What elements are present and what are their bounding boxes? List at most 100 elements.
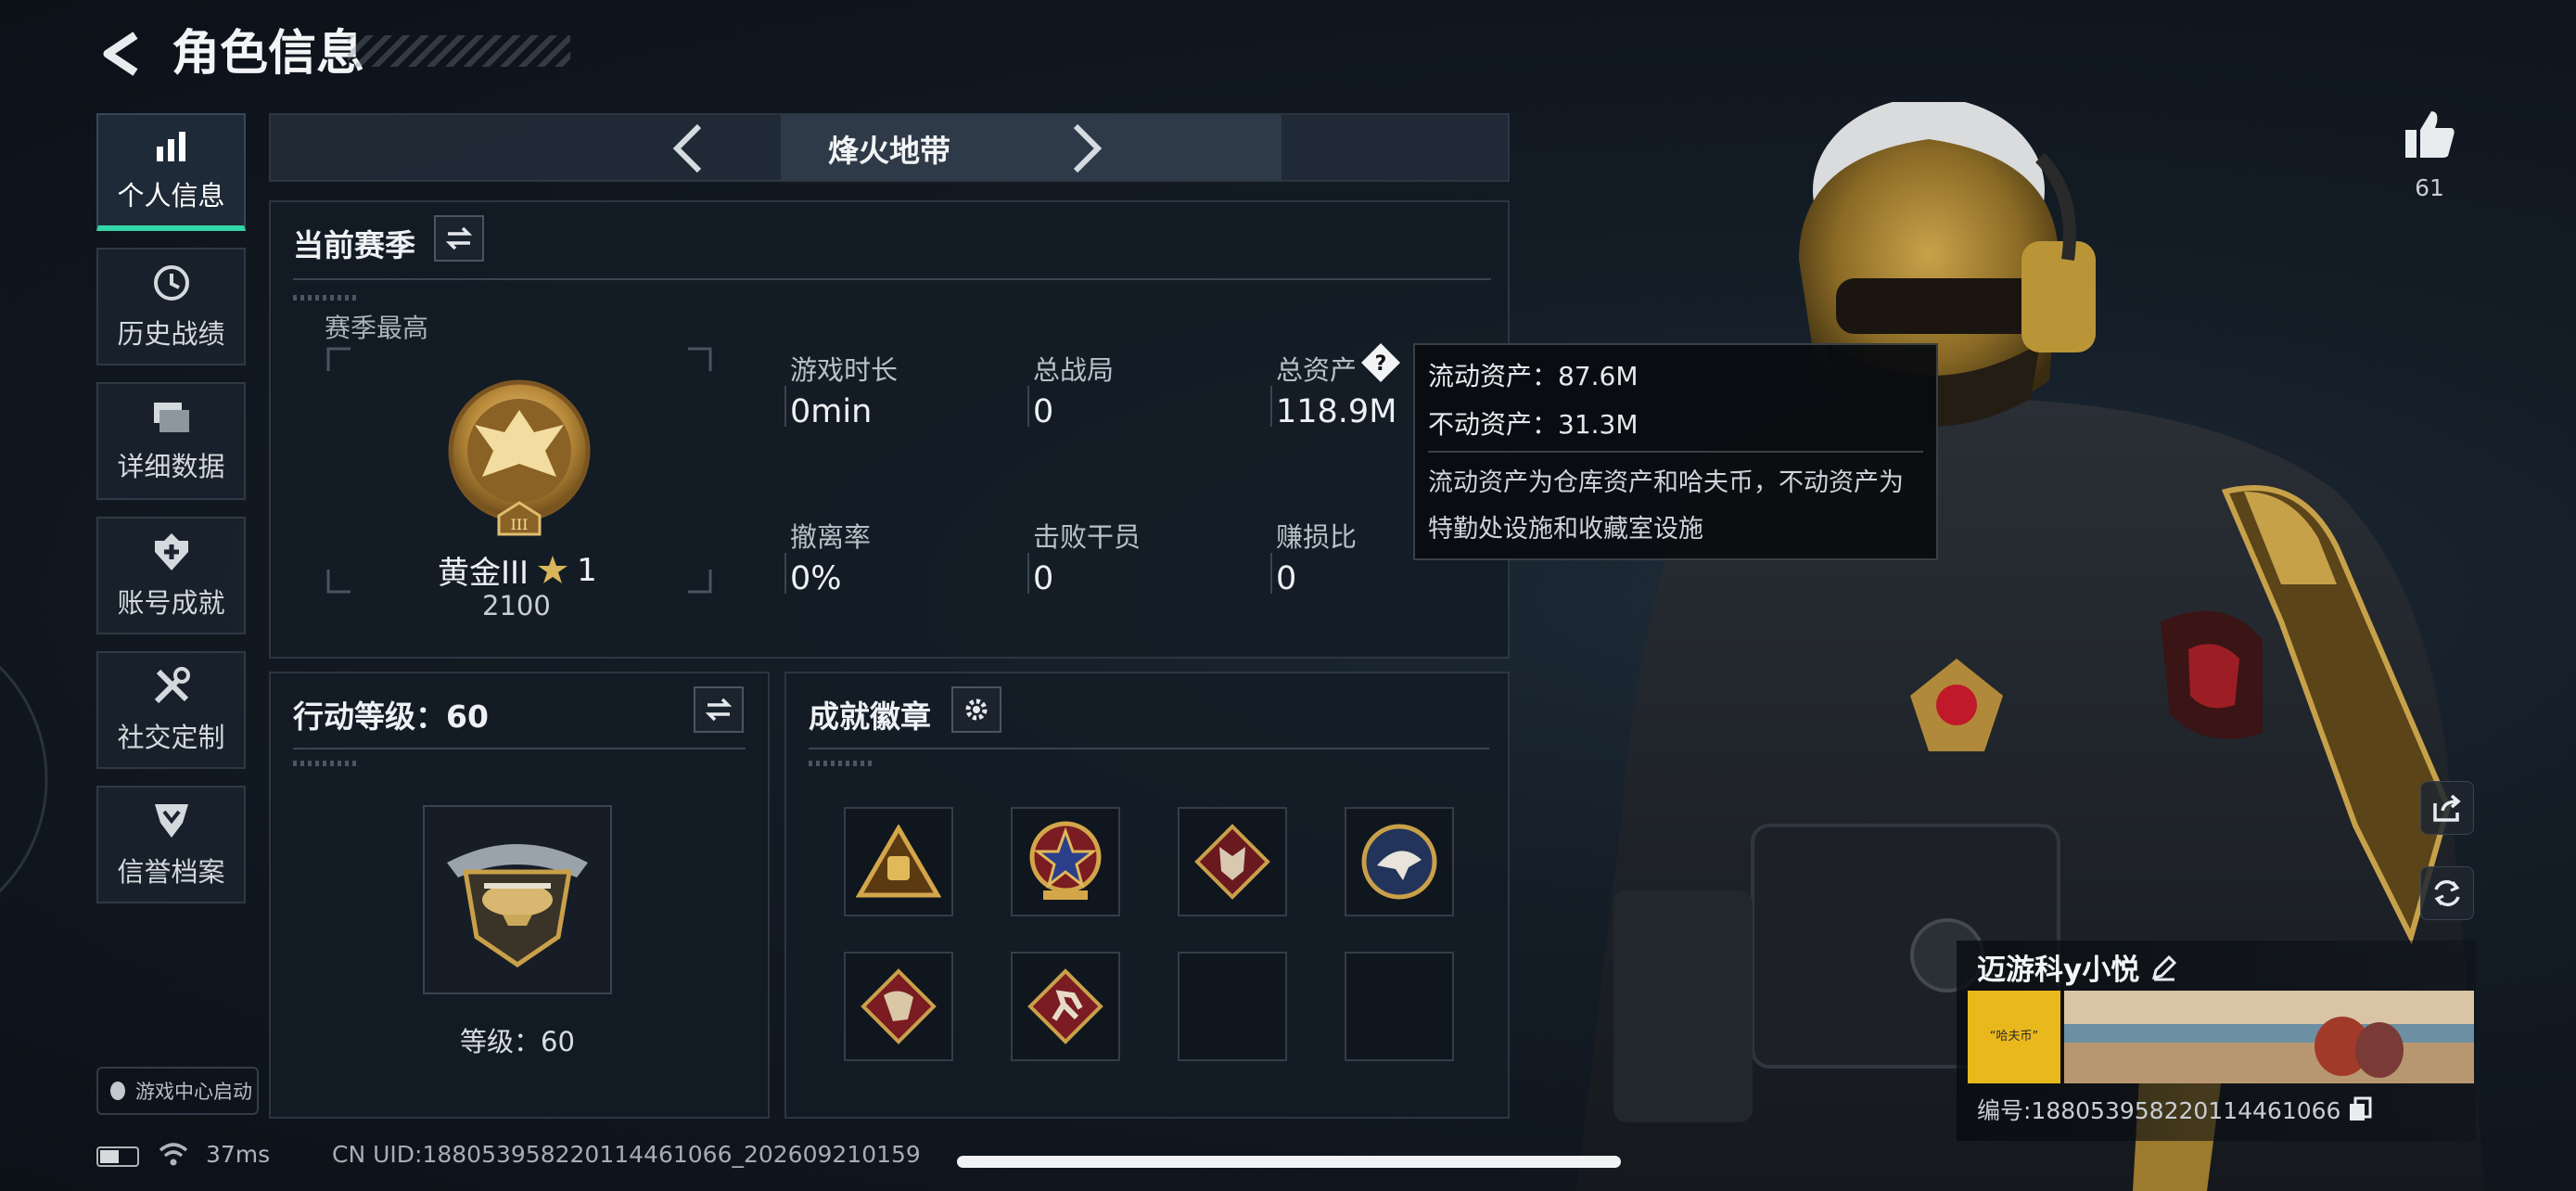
stat-label: 赚损比 [1276,521,1358,553]
badge-slot[interactable] [844,952,953,1061]
helicopter-level-emblem-icon [447,844,588,968]
qq-penguin-icon [110,1082,125,1100]
empty-badge-slot[interactable] [1345,952,1454,1061]
stat-label: 撤离率 [790,521,872,553]
star-icon [538,555,568,583]
player-name: 迈游科y小悦 [1977,946,2178,988]
divider [809,748,1489,749]
wolf-badge-icon [1194,824,1270,900]
sidebar-item-credit[interactable]: 信誉档案 [96,786,246,903]
stat-value: 0 [1033,560,1054,597]
gold-rank-emblem-icon: III [448,379,591,536]
back-button[interactable] [93,24,148,83]
empty-badge-slot[interactable] [1178,952,1287,1061]
badge-slot[interactable] [1178,807,1287,916]
rank-stars: 1 [577,551,597,589]
mode-name: 烽火地带 [828,133,950,169]
runner-badge-icon [1027,968,1103,1044]
tools-icon [154,666,190,703]
level-label: 等级：60 [460,1026,575,1057]
player-name-text: 迈游科y小悦 [1977,954,2140,987]
bar-chart-icon [156,131,185,161]
stat-label: 游戏时长 [790,354,899,386]
divider [293,748,746,749]
divider [1270,386,1272,427]
tooltip-fixed: 不动资产：31.3M [1428,409,1639,440]
badge-slot[interactable] [1345,807,1454,916]
asset-tooltip: 流动资产：87.6M 不动资产：31.3M 流动资产为仓库资产和哈夫币，不动资产… [1413,343,1938,560]
refresh-button[interactable] [2420,866,2474,920]
sidebar-item-detailed-data[interactable]: 详细数据 [96,382,246,500]
action-level-title: 行动等级：60 [293,698,489,735]
tooltip-liquid: 流动资产：87.6M [1428,361,1639,391]
sidebar-item-achievements[interactable]: 账号成就 [96,517,246,634]
stat-value: 0% [790,560,842,597]
medal-plus-icon [154,532,188,570]
mode-prev-button[interactable] [670,122,707,178]
swap-arrows-icon [705,698,733,722]
svg-text:?: ? [1375,352,1387,376]
svg-text:III: III [511,516,529,533]
sidebar-item-label: 历史战绩 [117,317,225,350]
season-title: 当前赛季 [293,227,415,263]
stat-value: 0 [1276,560,1297,597]
divider [1428,451,1923,453]
thumbs-up-icon [2405,111,2455,158]
badges-title: 成就徽章 [809,698,931,735]
action-level-switch-button[interactable] [694,686,744,733]
badges-settings-button[interactable] [951,686,1001,733]
player-uid: 编号:1880539582201144610​66 [1977,1093,2372,1126]
divider [1027,553,1029,594]
title-decoration [348,35,570,67]
game-center-launch-button[interactable]: 游戏中心启动 [96,1067,259,1115]
sidebar-item-history[interactable]: 历史战绩 [96,248,246,365]
share-icon [2433,794,2461,822]
back-arrow-icon [103,32,138,76]
stat-label: 总资产 [1276,354,1358,386]
sidebar-item-label: 详细数据 [117,450,225,482]
wifi-icon [159,1143,188,1166]
edit-pencil-icon[interactable] [2150,954,2178,981]
divider [784,386,786,427]
share-button[interactable] [2420,781,2474,835]
divider [1270,553,1272,594]
chevron-left-icon [672,123,702,173]
sidebar-item-personal-info[interactable]: 个人信息 [96,113,246,231]
player-uid-text: 编号:1880539582201144610​66 [1977,1097,2341,1124]
tooltip-description: 流动资产为仓库资产和哈夫币，不动资产为特勤处设施和收藏室设施 [1428,468,1904,544]
stat-value: 118.9M [1276,393,1397,430]
sidebar-item-social[interactable]: 社交定制 [96,651,246,769]
cn-uid-text: CN UID:18805395822011446106​6_2026092101… [332,1141,921,1168]
season-switch-button[interactable] [434,215,484,262]
hud-ring-decoration [0,665,48,893]
dots-decoration [809,761,874,766]
sidebar-item-label: 账号成就 [117,586,225,619]
divider [1027,386,1029,427]
star-shield-badge-icon [1029,821,1102,900]
dragon-badge-icon [861,968,937,1044]
beach-scene-image [2064,991,2474,1083]
ping-text: 37ms [206,1141,271,1168]
like-button[interactable] [2402,106,2457,165]
gear-icon [965,698,988,721]
history-clock-icon [153,264,189,301]
sidebar-item-label: 信誉档案 [117,855,225,888]
badge-slot[interactable] [844,807,953,916]
question-diamond-icon: ? [1361,343,1400,382]
mode-selector: 烽火地带 [269,113,1510,182]
copy-icon[interactable] [2348,1096,2372,1122]
dots-decoration [293,295,358,301]
rank-title: 黄金III 1 [438,547,597,593]
battery-icon [96,1146,139,1167]
name-card-banner[interactable]: “哈夫币” [1968,991,2474,1083]
mode-next-button[interactable] [1068,122,1105,178]
shield-chevron-icon [154,803,188,838]
divider [784,553,786,594]
badge-slot[interactable] [1011,807,1120,916]
season-best-label: 赛季最高 [325,313,429,343]
badge-slot[interactable] [1011,952,1120,1061]
home-indicator[interactable] [957,1156,1621,1168]
asset-help-button[interactable]: ? [1359,341,1402,388]
chevron-right-icon [1073,123,1103,173]
stat-label: 击败干员 [1033,521,1141,553]
